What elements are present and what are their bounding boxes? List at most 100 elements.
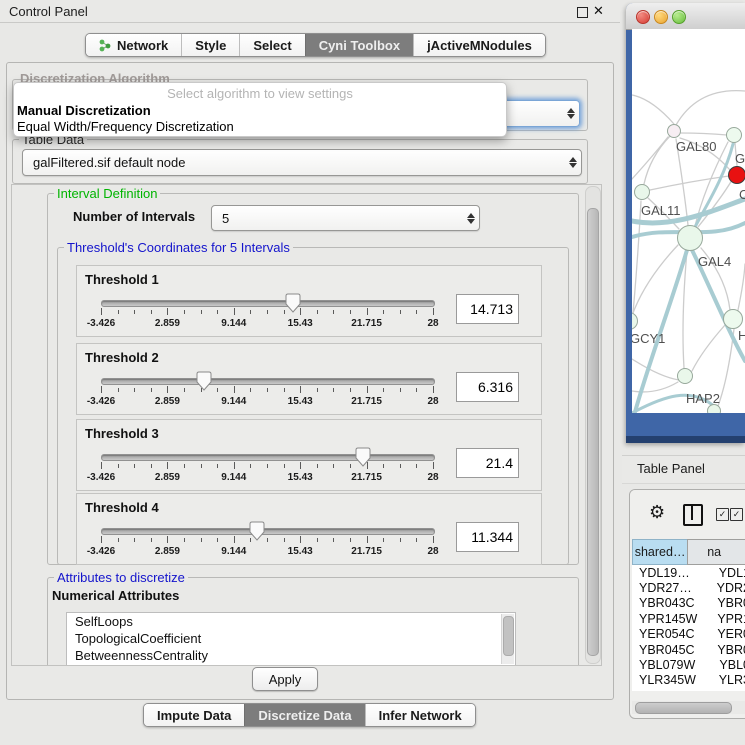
table-row[interactable]: YBR043CYBR0 xyxy=(632,596,745,611)
slider-ticks xyxy=(101,386,433,395)
attribute-list-item[interactable]: TopologicalCoefficient xyxy=(67,630,515,647)
cell-name: YDL1 xyxy=(710,566,745,580)
threshold-box: Threshold 3 -3.4262.8599.14415.4321.7152… xyxy=(76,419,542,491)
interval-definition-label: Interval Definition xyxy=(54,186,160,201)
network-node-bottomnode[interactable] xyxy=(707,404,721,413)
tab-infer-network[interactable]: Infer Network xyxy=(365,704,475,726)
cell-name: YIL0 xyxy=(715,689,745,691)
slider-ticks xyxy=(101,462,433,471)
slider-track[interactable] xyxy=(101,454,435,461)
table-row[interactable]: YDR27…YDR2 xyxy=(632,580,745,595)
network-node-gal11[interactable] xyxy=(634,184,650,200)
attributes-scrollbar-thumb[interactable] xyxy=(503,616,514,656)
threshold-slider[interactable]: -3.4262.8599.14415.4321.71528 xyxy=(101,520,433,562)
network-node-label: H xyxy=(738,328,745,343)
attribute-list-item[interactable]: SelfLoops xyxy=(67,613,515,630)
columns-icon[interactable] xyxy=(683,504,703,526)
checkbox-icon[interactable]: ✓ xyxy=(730,508,743,521)
popup-option-equal-width-frequency[interactable]: Equal Width/Frequency Discretization xyxy=(17,119,234,134)
table-row[interactable]: YLR345WYLR3 xyxy=(632,673,745,688)
tab-cyni-toolbox[interactable]: Cyni Toolbox xyxy=(305,34,413,56)
checkbox-icon[interactable]: ✓ xyxy=(716,508,729,521)
network-view-window: GAL80GACGAL11GAL4GCY1HHAP2 xyxy=(626,3,745,443)
network-node-topgreen[interactable] xyxy=(726,127,742,143)
settings-scrollbar-thumb[interactable] xyxy=(587,208,599,656)
table-data-combobox[interactable]: galFiltered.sif default node xyxy=(22,149,582,176)
attributes-group-label: Attributes to discretize xyxy=(54,570,188,585)
slider-track[interactable] xyxy=(101,528,435,535)
attributes-list-scrollbar[interactable] xyxy=(501,614,514,664)
cell-name: YLR3 xyxy=(710,673,745,687)
threshold-slider[interactable]: -3.4262.8599.14415.4321.71528 xyxy=(101,370,433,412)
tab-label: Infer Network xyxy=(379,708,462,723)
slider-thumb[interactable] xyxy=(196,371,212,391)
network-node-gal4[interactable] xyxy=(677,225,703,251)
cell-shared-name: YPR145W xyxy=(632,612,708,626)
table-horizontal-scrollbar[interactable] xyxy=(632,701,745,714)
threshold-slider[interactable]: -3.4262.8599.14415.4321.71528 xyxy=(101,446,433,488)
float-window-icon[interactable] xyxy=(577,7,588,18)
threshold-box: Threshold 2 -3.4262.8599.14415.4321.7152… xyxy=(76,343,542,415)
threshold-value-field[interactable] xyxy=(456,372,519,402)
network-node-hnode[interactable] xyxy=(723,309,743,329)
network-canvas[interactable]: GAL80GACGAL11GAL4GCY1HHAP2 xyxy=(632,29,745,413)
network-node-rednode[interactable] xyxy=(728,166,745,184)
threshold-value-field[interactable] xyxy=(456,294,519,324)
table-row[interactable]: YBR045CYBR0 xyxy=(632,642,745,657)
zoom-traffic-light[interactable] xyxy=(672,10,686,24)
network-edges xyxy=(632,29,745,413)
table-row[interactable]: YPR145WYPR1 xyxy=(632,611,745,626)
network-node-hap2[interactable] xyxy=(677,368,693,384)
bottom-tab-bar: Impute Data Discretize Data Infer Network xyxy=(143,703,476,727)
tab-discretize-data[interactable]: Discretize Data xyxy=(244,704,364,726)
popup-option-manual-discretization[interactable]: Manual Discretization xyxy=(17,103,151,118)
numerical-attributes-list[interactable]: SelfLoopsTopologicalCoefficientBetweenne… xyxy=(66,612,516,666)
attributes-group: Attributes to discretize Numerical Attri… xyxy=(47,577,579,666)
network-node-label: GCY1 xyxy=(632,331,665,346)
slider-ticks xyxy=(101,308,433,317)
slider-thumb[interactable] xyxy=(249,521,265,541)
cell-name: YPR1 xyxy=(708,612,745,626)
cell-name: YBR0 xyxy=(708,643,745,657)
network-window-bottom-edge xyxy=(626,436,745,443)
slider-track[interactable] xyxy=(101,300,435,307)
tab-network[interactable]: Network xyxy=(86,34,181,56)
slider-thumb[interactable] xyxy=(355,447,371,467)
close-icon[interactable]: ✕ xyxy=(593,3,604,19)
slider-track[interactable] xyxy=(101,378,435,385)
cell-shared-name: YER054C xyxy=(632,627,708,641)
settings-gear-icon[interactable]: ⚙ xyxy=(649,502,665,523)
threshold-slider[interactable]: -3.4262.8599.14415.4321.71528 xyxy=(101,292,433,334)
apply-button[interactable]: Apply xyxy=(252,667,318,691)
algorithm-combobox[interactable] xyxy=(500,100,580,127)
threshold-value-field[interactable] xyxy=(456,522,519,552)
tab-impute-data[interactable]: Impute Data xyxy=(144,704,244,726)
network-node-gal80[interactable] xyxy=(667,124,681,138)
slider-ticks xyxy=(101,536,433,545)
cell-name: YBL0 xyxy=(710,658,745,672)
tab-label: Discretize Data xyxy=(258,708,351,723)
minimize-traffic-light[interactable] xyxy=(654,10,668,24)
cell-shared-name: YDR27… xyxy=(632,581,708,595)
network-node-label: GAL80 xyxy=(676,139,716,154)
table-row[interactable]: YBL079WYBL0 xyxy=(632,657,745,672)
slider-thumb[interactable] xyxy=(285,293,301,313)
tab-style[interactable]: Style xyxy=(181,34,239,56)
number-of-intervals-combobox[interactable]: 5 xyxy=(211,205,480,231)
table-row[interactable]: YER054CYER0 xyxy=(632,627,745,642)
table-hscrollbar-thumb[interactable] xyxy=(635,702,732,714)
threshold-value-field[interactable] xyxy=(456,448,519,478)
threshold-box: Threshold 4 -3.4262.8599.14415.4321.7152… xyxy=(76,493,542,565)
table-row[interactable]: YDL19…YDL1 xyxy=(632,565,745,580)
table-toolbar: ⚙ ✓ ✓ xyxy=(630,490,745,538)
network-window-titlebar[interactable] xyxy=(626,3,745,30)
close-traffic-light[interactable] xyxy=(636,10,650,24)
slider-tick-labels: -3.4262.8599.14415.4321.71528 xyxy=(101,546,433,558)
attribute-list-item[interactable]: BetweennessCentrality xyxy=(67,647,515,664)
column-header-name[interactable]: na xyxy=(687,539,745,565)
table-row[interactable]: YIL053CYIL0 xyxy=(632,688,745,691)
tab-select[interactable]: Select xyxy=(239,34,304,56)
tab-jactivemnodules[interactable]: jActiveMNodules xyxy=(413,34,545,56)
settings-vertical-scrollbar[interactable] xyxy=(585,186,601,664)
column-header-shared-name[interactable]: shared… xyxy=(632,539,687,565)
